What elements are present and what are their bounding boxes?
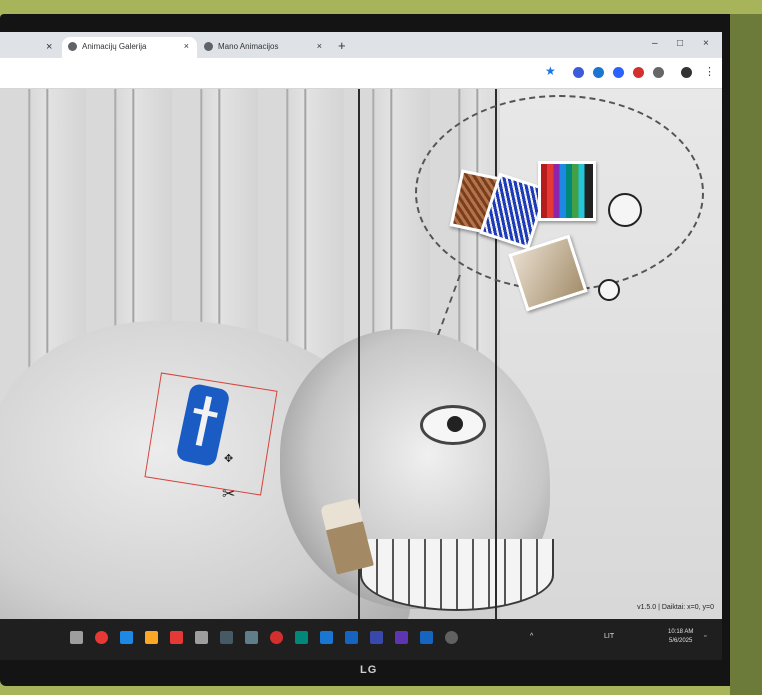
tab-label: Mano Animacijos <box>218 42 279 51</box>
close-icon[interactable]: × <box>317 41 322 51</box>
app-icon[interactable] <box>370 631 383 644</box>
background-wall <box>730 14 762 695</box>
close-window-button[interactable]: × <box>703 38 709 49</box>
star-icon[interactable]: ★ <box>545 64 556 78</box>
tab-mano-animacijos[interactable]: Mano Animacijos × <box>198 37 330 58</box>
extension-icon[interactable] <box>593 67 604 78</box>
taskbar: ^ LIT 10:18 AM 5/6/2025 ▫ <box>0 619 722 660</box>
monitor-logo: LG <box>360 664 378 676</box>
face-circle-icon[interactable] <box>608 193 642 227</box>
extension-icon[interactable] <box>573 67 584 78</box>
tab-previous[interactable]: × <box>0 37 62 58</box>
app-icon[interactable] <box>195 631 208 644</box>
cross-vertical <box>195 396 212 447</box>
tab-label: Animacijų Galerija <box>82 42 147 51</box>
clock-date: 5/6/2025 <box>669 638 693 644</box>
start-icon[interactable] <box>70 631 83 644</box>
language-indicator[interactable]: LIT <box>604 633 614 640</box>
app-icon[interactable] <box>245 631 258 644</box>
colored-pencils-sticker[interactable] <box>538 161 596 221</box>
screen: × Animacijų Galerija × Mano Animacijos ×… <box>0 32 722 660</box>
minimize-button[interactable]: – <box>652 38 658 49</box>
explorer-icon[interactable] <box>145 631 158 644</box>
app-icon[interactable] <box>445 631 458 644</box>
app-icon[interactable] <box>295 631 308 644</box>
tray-chevron-icon[interactable]: ^ <box>530 633 533 640</box>
zoom-icon[interactable] <box>345 631 358 644</box>
close-icon[interactable]: × <box>184 41 189 51</box>
animation-canvas[interactable]: ✥ ✂ v1.5.0 | Daiktai: x=0, y=0 <box>0 89 722 619</box>
creature-teeth <box>360 539 554 611</box>
clock-time: 10:18 AM <box>668 629 694 635</box>
tab-animaciju-galerija[interactable]: Animacijų Galerija × <box>62 37 197 58</box>
small-circle-icon[interactable] <box>598 279 620 301</box>
viber-icon[interactable] <box>395 631 408 644</box>
browser-toolbar: ★ ⋮ <box>0 58 722 89</box>
globe-icon <box>204 42 213 51</box>
app-icon[interactable] <box>320 631 333 644</box>
opera-icon[interactable] <box>270 631 283 644</box>
store-icon[interactable] <box>120 631 133 644</box>
extension-icon[interactable] <box>633 67 644 78</box>
word-icon[interactable] <box>420 631 433 644</box>
extension-icon[interactable] <box>613 67 624 78</box>
tab-bar: × Animacijų Galerija × Mano Animacijos ×… <box>0 32 722 58</box>
puzzle-icon[interactable] <box>653 67 664 78</box>
status-text: v1.5.0 | Daiktai: x=0, y=0 <box>637 604 714 611</box>
creature-eye <box>420 405 486 445</box>
youtube-icon[interactable] <box>170 631 183 644</box>
clock[interactable]: 10:18 AM 5/6/2025 <box>668 628 693 646</box>
maximize-button[interactable]: □ <box>677 38 683 49</box>
notification-icon[interactable]: ▫ <box>704 633 706 640</box>
app-icon[interactable] <box>220 631 233 644</box>
globe-icon <box>68 42 77 51</box>
move-handle-icon[interactable]: ✥ <box>224 452 233 465</box>
profile-icon[interactable] <box>681 67 692 78</box>
close-icon[interactable]: × <box>46 41 52 53</box>
menu-icon[interactable]: ⋮ <box>704 65 715 78</box>
chrome-icon[interactable] <box>95 631 108 644</box>
new-tab-button[interactable]: + <box>338 38 346 53</box>
scissors-icon[interactable]: ✂ <box>222 484 235 504</box>
